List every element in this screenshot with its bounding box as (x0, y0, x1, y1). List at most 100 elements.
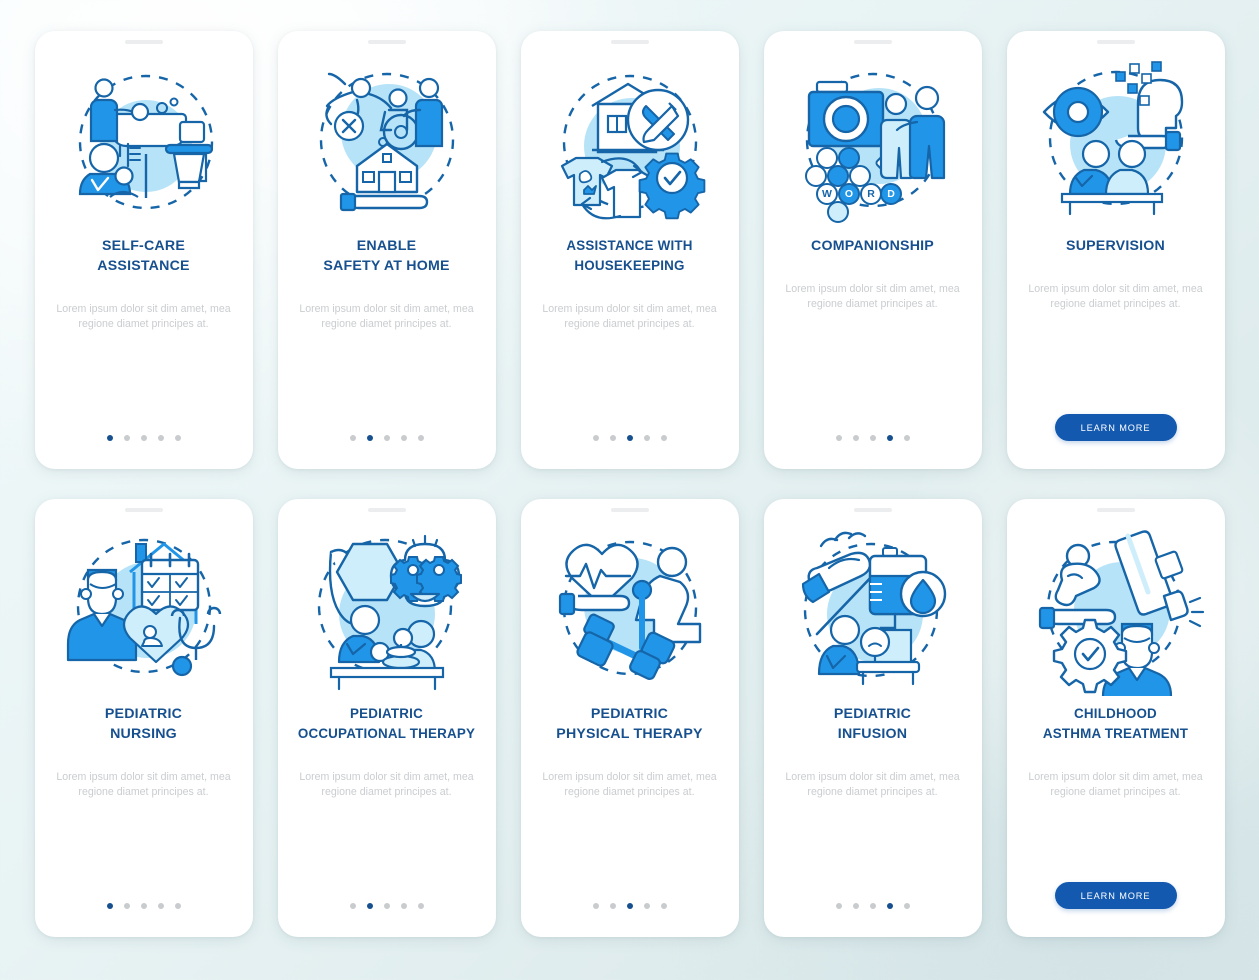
pagination-dot-1[interactable] (106, 435, 113, 441)
pagination-dot-2[interactable] (366, 435, 373, 441)
phone-speaker-bar (124, 508, 163, 512)
svg-text:D: D (887, 188, 895, 200)
card-title: CHILDHOOD ASTHMA TREATMENT (1042, 706, 1189, 741)
pagination-dot-4[interactable] (157, 435, 164, 441)
learn-more-button[interactable]: LEARN MORE (1054, 882, 1177, 909)
pagination-dot-3[interactable] (383, 903, 390, 909)
companionship-wordgame-camera-icon: W O R D (783, 50, 963, 228)
pagination-dot-3[interactable] (626, 435, 633, 441)
card-description: Lorem ipsum dolor sit dim amet, mea regi… (56, 771, 231, 799)
pagination-dot-4[interactable] (643, 903, 650, 909)
pagination-dot-1[interactable] (592, 435, 599, 441)
pediatric-nursing-stethoscope-icon (54, 518, 234, 696)
pagination-dot-2[interactable] (366, 903, 373, 909)
phone-speaker-bar (610, 40, 649, 44)
pagination-dot-5[interactable] (417, 435, 424, 441)
card-title: PEDIATRIC INFUSION (833, 706, 912, 742)
pagination-dot-4[interactable] (643, 435, 650, 441)
phone-card-childhood-asthma-treatment[interactable]: CHILDHOOD ASTHMA TREATMENT Lorem ipsum do… (1006, 499, 1225, 937)
pagination-dots[interactable] (106, 903, 181, 909)
svg-text:R: R (867, 188, 875, 200)
pagination-dot-2[interactable] (123, 903, 130, 909)
card-title: SUPERVISION (1066, 238, 1165, 254)
pagination-dot-1[interactable] (592, 903, 599, 909)
occupational-therapy-shapes-icon (297, 518, 477, 696)
pagination-dot-5[interactable] (903, 903, 910, 909)
svg-text:O: O (844, 188, 852, 200)
pagination-dots[interactable] (349, 903, 424, 909)
self-care-bathing-toilet-icon (54, 50, 234, 228)
pagination-dot-1[interactable] (835, 435, 842, 441)
pagination-dot-5[interactable] (903, 435, 910, 441)
learn-more-button[interactable]: LEARN MORE (1054, 414, 1177, 441)
home-safety-fall-prevention-icon (297, 50, 477, 228)
pagination-dot-2[interactable] (609, 435, 616, 441)
pagination-dot-4[interactable] (400, 435, 407, 441)
pagination-dot-3[interactable] (140, 903, 147, 909)
pagination-dot-4[interactable] (400, 903, 407, 909)
pagination-dot-5[interactable] (174, 435, 181, 441)
card-footer (349, 903, 424, 909)
card-footer: LEARN MORE (1054, 414, 1177, 441)
phone-card-supervision[interactable]: SUPERVISION Lorem ipsum dolor sit dim am… (1006, 31, 1225, 469)
pagination-dot-4[interactable] (157, 903, 164, 909)
pagination-dots[interactable] (349, 435, 424, 441)
pagination-dot-2[interactable] (609, 903, 616, 909)
phone-card-self-care-assistance[interactable]: SELF-CARE ASSISTANCE Lorem ipsum dolor si… (34, 31, 253, 469)
pagination-dots[interactable] (835, 903, 910, 909)
phone-speaker-bar (367, 508, 406, 512)
pagination-dot-1[interactable] (106, 903, 113, 909)
phone-speaker-bar (124, 40, 163, 44)
pagination-dot-1[interactable] (349, 903, 356, 909)
asthma-inhaler-doctor-icon (1026, 518, 1206, 696)
housekeeping-laundry-repair-icon (540, 50, 720, 228)
phone-card-pediatric-physical-therapy[interactable]: PEDIATRIC PHYSICAL THERAPY Lorem ipsum do… (520, 499, 739, 937)
pagination-dots[interactable] (592, 435, 667, 441)
card-description: Lorem ipsum dolor sit dim amet, mea regi… (299, 303, 474, 331)
phone-card-assistance-with-housekeeping[interactable]: ASSISTANCE WITH HOUSEKEEPING Lorem ipsum … (520, 31, 739, 469)
phone-card-pediatric-nursing[interactable]: PEDIATRIC NURSING Lorem ipsum dolor sit d… (34, 499, 253, 937)
pagination-dots[interactable] (835, 435, 910, 441)
card-title: ENABLE SAFETY AT HOME (323, 238, 450, 274)
pagination-dot-4[interactable] (886, 435, 893, 441)
phone-card-pediatric-occupational-therapy[interactable]: PEDIATRIC OCCUPATIONAL THERAPY Lorem ipsu… (277, 499, 496, 937)
card-footer: LEARN MORE (1054, 882, 1177, 909)
pagination-dot-5[interactable] (417, 903, 424, 909)
card-description: Lorem ipsum dolor sit dim amet, mea regi… (785, 771, 960, 799)
pagination-dot-1[interactable] (835, 903, 842, 909)
card-footer (106, 435, 181, 441)
card-title: PEDIATRIC OCCUPATIONAL THERAPY (297, 706, 476, 741)
pagination-dot-5[interactable] (660, 903, 667, 909)
pagination-dots[interactable] (592, 903, 667, 909)
pagination-dot-2[interactable] (852, 903, 859, 909)
pagination-dot-5[interactable] (660, 435, 667, 441)
supervision-eye-monitoring-icon (1026, 50, 1206, 228)
card-description: Lorem ipsum dolor sit dim amet, mea regi… (1028, 283, 1203, 311)
phone-card-enable-safety-at-home[interactable]: ENABLE SAFETY AT HOME Lorem ipsum dolor s… (277, 31, 496, 469)
pagination-dot-3[interactable] (626, 903, 633, 909)
pagination-dot-1[interactable] (349, 435, 356, 441)
pagination-dot-5[interactable] (174, 903, 181, 909)
pagination-dot-3[interactable] (869, 903, 876, 909)
card-description: Lorem ipsum dolor sit dim amet, mea regi… (1028, 771, 1203, 799)
card-description: Lorem ipsum dolor sit dim amet, mea regi… (785, 283, 960, 311)
phone-speaker-bar (1096, 508, 1135, 512)
phone-card-companionship[interactable]: W O R D COMPANIONSHIP Lorem ipsum dolor … (763, 31, 982, 469)
svg-text:W: W (822, 188, 832, 200)
phone-speaker-bar (1096, 40, 1135, 44)
phone-card-grid: SELF-CARE ASSISTANCE Lorem ipsum dolor si… (26, 31, 1233, 937)
pagination-dot-3[interactable] (383, 435, 390, 441)
card-footer (349, 435, 424, 441)
pagination-dots[interactable] (106, 435, 181, 441)
pagination-dot-4[interactable] (886, 903, 893, 909)
pagination-dot-2[interactable] (852, 435, 859, 441)
phone-speaker-bar (610, 508, 649, 512)
pagination-dot-3[interactable] (140, 435, 147, 441)
card-footer (835, 435, 910, 441)
pagination-dot-2[interactable] (123, 435, 130, 441)
physical-therapy-dumbbell-heart-icon (540, 518, 720, 696)
pagination-dot-3[interactable] (869, 435, 876, 441)
phone-speaker-bar (853, 40, 892, 44)
phone-card-pediatric-infusion[interactable]: PEDIATRIC INFUSION Lorem ipsum dolor sit … (763, 499, 982, 937)
card-title: COMPANIONSHIP (811, 238, 934, 254)
